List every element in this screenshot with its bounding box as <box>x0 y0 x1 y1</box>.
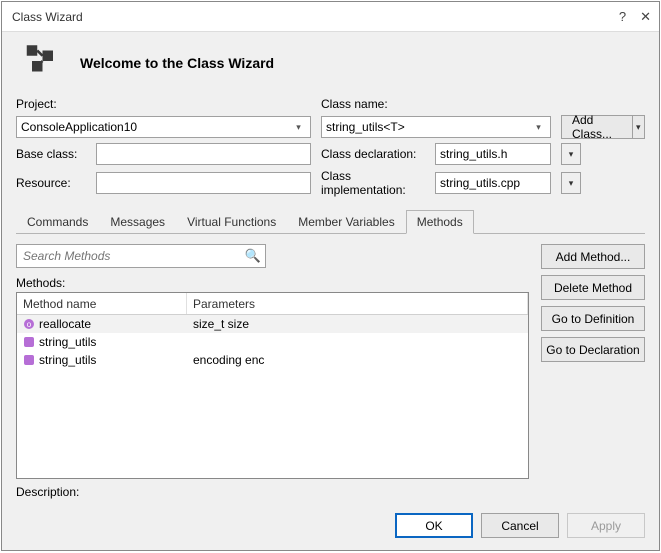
base-class-label: Base class: <box>16 147 86 161</box>
tab-virtual-functions[interactable]: Virtual Functions <box>176 210 287 234</box>
overload-method-icon: o <box>23 318 35 330</box>
tab-member-variables[interactable]: Member Variables <box>287 210 405 234</box>
grid-header: Method name Parameters <box>17 293 528 315</box>
add-class-button[interactable]: Add Class... ▾ <box>561 115 645 139</box>
class-implementation-value: string_utils.cpp <box>440 176 520 190</box>
add-class-label: Add Class... <box>561 115 633 139</box>
svg-text:o: o <box>27 320 32 329</box>
chevron-down-icon[interactable]: ▾ <box>633 115 645 139</box>
class-implementation-label: Class implementation: <box>321 169 429 197</box>
resource-field[interactable] <box>96 172 311 194</box>
class-implementation-picker[interactable]: ▾ <box>561 172 581 194</box>
title-bar: Class Wizard ? ✕ <box>2 2 659 32</box>
project-value: ConsoleApplication10 <box>21 120 137 134</box>
method-icon <box>23 354 35 366</box>
delete-method-button[interactable]: Delete Method <box>541 275 645 300</box>
class-name-value: string_utils<T> <box>326 120 405 134</box>
method-params: encoding enc <box>193 353 264 367</box>
method-icon <box>23 336 35 348</box>
col-parameters[interactable]: Parameters <box>187 293 528 314</box>
chevron-down-icon: ▾ <box>291 122 306 133</box>
method-name: string_utils <box>39 335 96 349</box>
dialog-window: Class Wizard ? ✕ Welcome to the Class Wi… <box>1 1 660 551</box>
go-to-declaration-button[interactable]: Go to Declaration <box>541 337 645 362</box>
cancel-button[interactable]: Cancel <box>481 513 559 538</box>
search-text[interactable] <box>21 248 245 264</box>
wizard-icon <box>18 40 60 85</box>
window-controls: ? ✕ <box>619 9 651 25</box>
table-row[interactable]: string_utils <box>17 333 528 351</box>
project-label: Project: <box>16 97 57 111</box>
window-title: Class Wizard <box>12 10 619 24</box>
ok-button[interactable]: OK <box>395 513 473 538</box>
class-name-combo[interactable]: string_utils<T> ▾ <box>321 116 551 138</box>
methods-label: Methods: <box>16 276 529 290</box>
resource-label: Resource: <box>16 176 86 190</box>
search-input[interactable]: 🔍 <box>16 244 266 268</box>
class-declaration-label: Class declaration: <box>321 147 429 161</box>
table-row[interactable]: string_utils encoding enc <box>17 351 528 369</box>
apply-button: Apply <box>567 513 645 538</box>
search-icon[interactable]: 🔍 <box>245 248 261 264</box>
side-buttons: Add Method... Delete Method Go to Defini… <box>541 244 645 479</box>
footer: OK Cancel Apply <box>2 505 659 550</box>
class-declaration-combo[interactable]: string_utils.h <box>435 143 551 165</box>
page-title: Welcome to the Class Wizard <box>80 55 274 71</box>
tab-methods[interactable]: Methods <box>406 210 474 234</box>
tab-messages[interactable]: Messages <box>99 210 176 234</box>
go-to-definition-button[interactable]: Go to Definition <box>541 306 645 331</box>
methods-grid: Method name Parameters o reallocate size… <box>16 292 529 479</box>
help-icon[interactable]: ? <box>619 9 626 24</box>
tab-commands[interactable]: Commands <box>16 210 99 234</box>
grid-body: o reallocate size_t size string_utils <box>17 315 528 478</box>
tabstrip: Commands Messages Virtual Functions Memb… <box>16 209 645 234</box>
header: Welcome to the Class Wizard <box>2 32 659 93</box>
close-icon[interactable]: ✕ <box>640 9 651 25</box>
method-name: string_utils <box>39 353 96 367</box>
method-name: reallocate <box>39 317 91 331</box>
project-combo[interactable]: ConsoleApplication10 ▾ <box>16 116 311 138</box>
class-declaration-picker[interactable]: ▾ <box>561 143 581 165</box>
description-label: Description: <box>2 485 659 505</box>
table-row[interactable]: o reallocate size_t size <box>17 315 528 333</box>
col-method-name[interactable]: Method name <box>17 293 187 314</box>
form-area: Project: Class name: ConsoleApplication1… <box>2 93 659 201</box>
list-column: 🔍 Methods: Method name Parameters o real… <box>16 244 529 479</box>
method-params: size_t size <box>193 317 249 331</box>
add-method-button[interactable]: Add Method... <box>541 244 645 269</box>
class-name-label: Class name: <box>321 97 388 111</box>
base-class-field[interactable] <box>96 143 311 165</box>
class-implementation-combo[interactable]: string_utils.cpp <box>435 172 551 194</box>
class-declaration-value: string_utils.h <box>440 147 507 161</box>
chevron-down-icon: ▾ <box>531 122 546 133</box>
body-area: 🔍 Methods: Method name Parameters o real… <box>2 234 659 485</box>
